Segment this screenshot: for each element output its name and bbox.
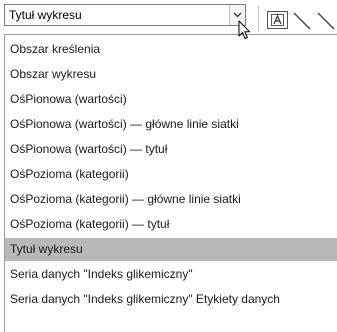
dropdown-item-plot-area[interactable]: Obszar kreślenia <box>5 38 337 61</box>
format-selection-icon[interactable] <box>266 7 337 33</box>
dropdown-item-chart-area[interactable]: Obszar wykresu <box>5 63 337 86</box>
chart-element-dropdown-list: Obszar kreślenia Obszar wykresu OśPionow… <box>4 34 337 332</box>
dropdown-item-horizontal-axis-gridlines[interactable]: OśPozioma (kategorii) — główne linie sia… <box>5 188 337 211</box>
toolbar-separator <box>258 6 259 32</box>
line-icon <box>293 12 311 30</box>
chevron-down-icon <box>233 12 242 18</box>
dropdown-item-chart-title[interactable]: Tytuł wykresu <box>5 238 337 261</box>
chart-element-combobox-value: Tytuł wykresu <box>9 8 82 22</box>
dropdown-item-vertical-axis[interactable]: OśPionowa (wartości) <box>5 88 337 111</box>
dropdown-item-horizontal-axis-title[interactable]: OśPozioma (kategorii) — tytuł <box>5 213 337 236</box>
dropdown-item-data-series[interactable]: Seria danych "Indeks glikemiczny" <box>5 263 337 286</box>
dropdown-item-vertical-axis-title[interactable]: OśPionowa (wartości) — tytuł <box>5 138 337 161</box>
dropdown-item-vertical-axis-gridlines[interactable]: OśPionowa (wartości) — główne linie siat… <box>5 113 337 136</box>
chart-element-selector-screen: Tytuł wykresu Obszar kreślenia Obszar wy… <box>0 0 337 332</box>
mouse-pointer-icon <box>238 20 250 39</box>
chart-element-combobox[interactable]: Tytuł wykresu <box>4 4 246 26</box>
dropdown-item-horizontal-axis[interactable]: OśPozioma (kategorii) <box>5 163 337 186</box>
dropdown-item-data-series-labels[interactable]: Seria danych "Indeks glikemiczny" Etykie… <box>5 288 337 311</box>
